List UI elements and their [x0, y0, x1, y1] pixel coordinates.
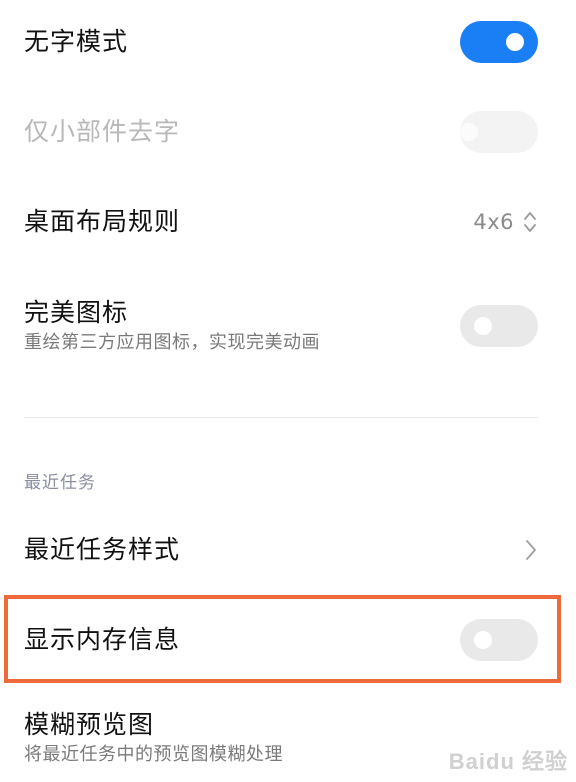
no-text-mode-toggle[interactable] [460, 21, 538, 63]
memory-info-toggle[interactable] [460, 619, 538, 661]
layout-rule-value: 4x6 [473, 210, 514, 234]
layout-rule-selector[interactable]: 4x6 [473, 209, 538, 235]
setting-blur-preview-label: 模糊预览图 [24, 710, 155, 739]
toggle-knob [506, 33, 524, 51]
setting-no-text-mode[interactable]: 无字模式 [0, 20, 576, 64]
perfect-icons-toggle[interactable] [460, 305, 538, 347]
setting-widgets-only: 仅小部件去字 [0, 110, 576, 154]
toggle-knob [474, 317, 492, 335]
section-header-recent-tasks: 最近任务 [24, 473, 96, 493]
setting-perfect-icons-label: 完美图标 [24, 298, 129, 327]
setting-recent-task-style[interactable]: 最近任务样式 [0, 528, 576, 572]
setting-no-text-mode-label: 无字模式 [24, 27, 129, 56]
setting-widgets-only-label: 仅小部件去字 [24, 117, 181, 146]
toggle-knob [474, 631, 492, 649]
setting-recent-task-style-label: 最近任务样式 [24, 535, 181, 564]
chevron-right-icon [526, 540, 536, 560]
setting-blur-preview-subtitle: 将最近任务中的预览图模糊处理 [24, 744, 283, 765]
setting-layout-rule-label: 桌面布局规则 [24, 207, 181, 236]
chevron-up-down-icon [524, 212, 536, 232]
setting-perfect-icons[interactable]: 完美图标 重绘第三方应用图标，实现完美动画 [0, 294, 576, 358]
toggle-knob [460, 123, 478, 141]
setting-memory-info-label: 显示内存信息 [24, 625, 181, 654]
widgets-only-toggle [460, 111, 538, 153]
section-divider [24, 417, 538, 418]
baidu-watermark: Baidu 经验 [448, 749, 568, 774]
setting-memory-info[interactable]: 显示内存信息 [0, 618, 576, 662]
setting-perfect-icons-subtitle: 重绘第三方应用图标，实现完美动画 [24, 332, 320, 353]
setting-layout-rule[interactable]: 桌面布局规则 4x6 [0, 200, 576, 244]
launcher-settings-page: 无字模式 仅小部件去字 桌面布局规则 4x6 完美图标 重绘第三方应用图标，实现… [0, 0, 576, 782]
